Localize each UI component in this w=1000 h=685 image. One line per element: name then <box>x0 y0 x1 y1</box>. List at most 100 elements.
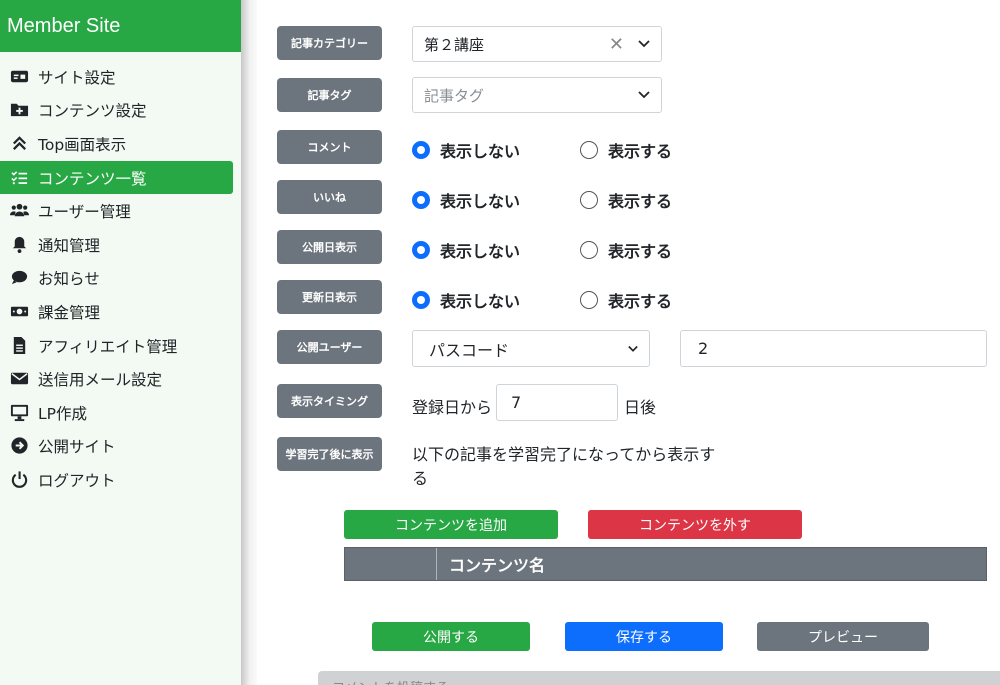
radio-unchecked[interactable] <box>580 191 598 209</box>
sidebar: Member Site サイト設定 コンテンツ設定 Top画面表示 コンテンツ一… <box>0 0 241 685</box>
pubdate-radio-show[interactable]: 表示する <box>580 238 672 262</box>
radio-label: 表示しない <box>440 292 521 311</box>
radio-unchecked[interactable] <box>580 291 598 309</box>
sidebar-item-content-settings[interactable]: コンテンツ設定 <box>0 93 233 126</box>
radio-label: 表示しない <box>440 242 521 261</box>
sidebar-item-label: ユーザー管理 <box>38 202 131 221</box>
sidebar-item-label: LP作成 <box>38 404 87 423</box>
pubdate-radio-hide[interactable]: 表示しない <box>412 238 520 262</box>
table-header-content-name: コンテンツ名 <box>449 556 546 575</box>
radio-unchecked[interactable] <box>580 241 598 259</box>
timing-prefix: 登録日から <box>412 398 493 417</box>
sidebar-item-label: サイト設定 <box>38 68 116 87</box>
sidebar-item-logout[interactable]: ログアウト <box>0 463 233 496</box>
preview-button[interactable]: プレビュー <box>757 622 929 651</box>
sidebar-item-lp-create[interactable]: LP作成 <box>0 396 233 429</box>
sidebar-item-label: 課金管理 <box>38 303 101 322</box>
sidebar-item-label: コンテンツ一覧 <box>38 169 147 188</box>
sidebar-item-label: 公開サイト <box>38 437 116 456</box>
comment-label: コメント <box>277 130 382 164</box>
comment-radio-show[interactable]: 表示する <box>580 138 672 162</box>
sidebar-item-label: アフィリエイト管理 <box>38 337 178 356</box>
category-value: 第２講座 <box>424 35 485 54</box>
sidebar-item-site-settings[interactable]: サイト設定 <box>0 60 233 93</box>
radio-checked[interactable] <box>412 241 430 259</box>
chevron-down-icon <box>638 91 650 99</box>
checklist-icon <box>0 161 38 194</box>
users-icon <box>0 194 38 227</box>
category-label: 記事カテゴリー <box>277 26 382 60</box>
like-label: いいね <box>277 180 382 214</box>
timing-days-input[interactable]: 7 <box>496 384 618 421</box>
money-bill-icon <box>0 295 38 328</box>
tag-select[interactable]: 記事タグ <box>412 77 662 113</box>
radio-label: 表示しない <box>440 142 521 161</box>
timing-label: 表示タイミング <box>277 384 382 418</box>
category-select[interactable]: 第２講座 ✕ <box>412 26 662 62</box>
sidebar-item-label: 通知管理 <box>38 236 101 255</box>
radio-label: 表示する <box>608 292 673 311</box>
public-user-select[interactable]: パスコード <box>412 330 650 367</box>
timing-suffix: 日後 <box>624 398 657 417</box>
radio-checked[interactable] <box>412 191 430 209</box>
speech-bubble-icon <box>0 261 38 294</box>
remove-content-button[interactable]: コンテンツを外す <box>588 510 802 539</box>
sidebar-item-label: お知らせ <box>38 269 100 288</box>
content-table-header: コンテンツ名 <box>344 547 987 581</box>
sidebar-item-affiliate[interactable]: アフィリエイト管理 <box>0 329 233 362</box>
chevron-down-icon <box>628 345 638 352</box>
clear-icon[interactable]: ✕ <box>609 34 624 55</box>
save-button[interactable]: 保存する <box>565 622 723 651</box>
sidebar-item-mail-settings[interactable]: 送信用メール設定 <box>0 362 233 395</box>
sidebar-item-content-list[interactable]: コンテンツ一覧 <box>0 161 233 194</box>
radio-label: 表示する <box>608 192 673 211</box>
publish-button[interactable]: 公開する <box>372 622 530 651</box>
folder-plus-icon <box>0 93 38 126</box>
sidebar-item-billing[interactable]: 課金管理 <box>0 295 233 328</box>
tag-placeholder: 記事タグ <box>424 86 485 105</box>
public-user-value: パスコード <box>429 340 510 360</box>
like-radio-hide[interactable]: 表示しない <box>412 188 520 212</box>
upddate-label: 更新日表示 <box>277 280 382 314</box>
comment-radio-hide[interactable]: 表示しない <box>412 138 520 162</box>
add-content-button[interactable]: コンテンツを追加 <box>344 510 558 539</box>
sidebar-item-public-site[interactable]: 公開サイト <box>0 429 233 462</box>
sidebar-item-news[interactable]: お知らせ <box>0 261 233 294</box>
comment-section-header: コメントを投稿する <box>318 671 1000 685</box>
chevron-down-icon <box>638 40 650 48</box>
arrow-circle-right-icon <box>0 429 38 462</box>
radio-checked[interactable] <box>412 291 430 309</box>
sidebar-item-top-display[interactable]: Top画面表示 <box>0 127 233 160</box>
id-card-icon <box>0 60 38 93</box>
upddate-radio-show[interactable]: 表示する <box>580 288 672 312</box>
radio-unchecked[interactable] <box>580 141 598 159</box>
radio-label: 表示する <box>608 242 673 261</box>
radio-label: 表示しない <box>440 192 521 211</box>
envelope-icon <box>0 362 38 395</box>
sidebar-item-label: コンテンツ設定 <box>38 101 147 120</box>
after-complete-label: 学習完了後に表示 <box>277 437 382 471</box>
after-complete-text-line1: 以下の記事を学習完了になってから表示す <box>412 445 716 464</box>
pubdate-label: 公開日表示 <box>277 230 382 264</box>
sidebar-item-label: ログアウト <box>38 471 116 490</box>
after-complete-text-line2: る <box>412 469 429 488</box>
tag-label: 記事タグ <box>277 78 382 112</box>
sidebar-item-label: 送信用メール設定 <box>38 370 163 389</box>
table-header-select-column <box>345 548 437 580</box>
monitor-icon <box>0 396 38 429</box>
public-user-label: 公開ユーザー <box>277 330 382 364</box>
sidebar-divider <box>241 0 257 685</box>
radio-label: 表示する <box>608 142 673 161</box>
passcode-input[interactable]: 2 <box>680 330 987 367</box>
power-icon <box>0 463 38 496</box>
sidebar-item-label: Top画面表示 <box>38 135 127 154</box>
brand-title[interactable]: Member Site <box>0 0 241 52</box>
double-chevron-up-icon <box>0 127 38 160</box>
upddate-radio-hide[interactable]: 表示しない <box>412 288 520 312</box>
sidebar-item-notification-management[interactable]: 通知管理 <box>0 228 233 261</box>
bell-icon <box>0 228 38 261</box>
radio-checked[interactable] <box>412 141 430 159</box>
sidebar-item-user-management[interactable]: ユーザー管理 <box>0 194 233 227</box>
file-icon <box>0 329 38 362</box>
like-radio-show[interactable]: 表示する <box>580 188 672 212</box>
